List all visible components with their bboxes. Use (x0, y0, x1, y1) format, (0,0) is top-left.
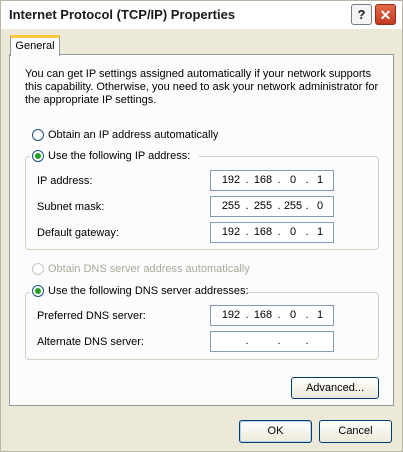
octet-2[interactable]: 255 (250, 200, 276, 212)
octet-separator: . (305, 335, 309, 347)
preferred-dns-field[interactable]: 192 . 168 . 0 . 1 (210, 305, 334, 326)
ip-address-field[interactable]: 192 . 168 . 0 . 1 (210, 170, 334, 191)
ok-button[interactable]: OK (239, 420, 312, 443)
octet-2[interactable]: 168 (250, 174, 276, 186)
octet-4[interactable]: 0 (307, 200, 333, 212)
octet-3[interactable]: 255 (280, 200, 306, 212)
octet-2[interactable]: 168 (250, 226, 276, 238)
subnet-mask-label: Subnet mask: (37, 201, 105, 213)
window-title: Internet Protocol (TCP/IP) Properties (9, 7, 236, 22)
octet-4[interactable]: 1 (307, 174, 333, 186)
default-gateway-label: Default gateway: (37, 227, 119, 239)
octet-1[interactable]: 192 (218, 174, 244, 186)
octet-2[interactable]: 168 (250, 309, 276, 321)
ip-address-label: IP address: (37, 175, 93, 187)
octet-3[interactable]: 0 (280, 309, 306, 321)
help-button[interactable]: ? (351, 4, 372, 25)
title-bar[interactable]: Internet Protocol (TCP/IP) Properties ? … (1, 1, 402, 29)
radio-button-disabled-icon[interactable] (32, 263, 44, 275)
radio-button-icon[interactable] (32, 129, 44, 141)
alternate-dns-field[interactable]: . . . (210, 331, 334, 352)
octet-1[interactable]: 192 (218, 309, 244, 321)
preferred-dns-label: Preferred DNS server: (37, 310, 146, 322)
octet-1[interactable]: 192 (218, 226, 244, 238)
radio-label: Use the following DNS server addresses: (48, 285, 249, 297)
cancel-button[interactable]: Cancel (319, 420, 392, 443)
radio-label: Obtain DNS server address automatically (48, 263, 250, 275)
octet-separator: . (277, 335, 281, 347)
radio-button-checked-icon[interactable] (32, 285, 44, 297)
default-gateway-field[interactable]: 192 . 168 . 0 . 1 (210, 222, 334, 243)
octet-4[interactable]: 1 (307, 309, 333, 321)
octet-4[interactable]: 1 (307, 226, 333, 238)
advanced-button[interactable]: Advanced... (291, 377, 379, 399)
radio-label: Use the following IP address: (48, 150, 191, 162)
alternate-dns-label: Alternate DNS server: (37, 336, 144, 348)
subnet-mask-field[interactable]: 255 . 255 . 255 . 0 (210, 196, 334, 217)
octet-1[interactable]: 255 (218, 200, 244, 212)
radio-button-checked-icon[interactable] (32, 150, 44, 162)
octet-separator: . (245, 335, 249, 347)
radio-label: Obtain an IP address automatically (48, 129, 219, 141)
tab-general[interactable]: General (10, 35, 60, 56)
octet-3[interactable]: 0 (280, 174, 306, 186)
description-text: You can get IP settings assigned automat… (25, 68, 379, 106)
close-button[interactable]: ✕ (375, 4, 396, 25)
octet-3[interactable]: 0 (280, 226, 306, 238)
properties-dialog: Internet Protocol (TCP/IP) Properties ? … (0, 0, 403, 452)
